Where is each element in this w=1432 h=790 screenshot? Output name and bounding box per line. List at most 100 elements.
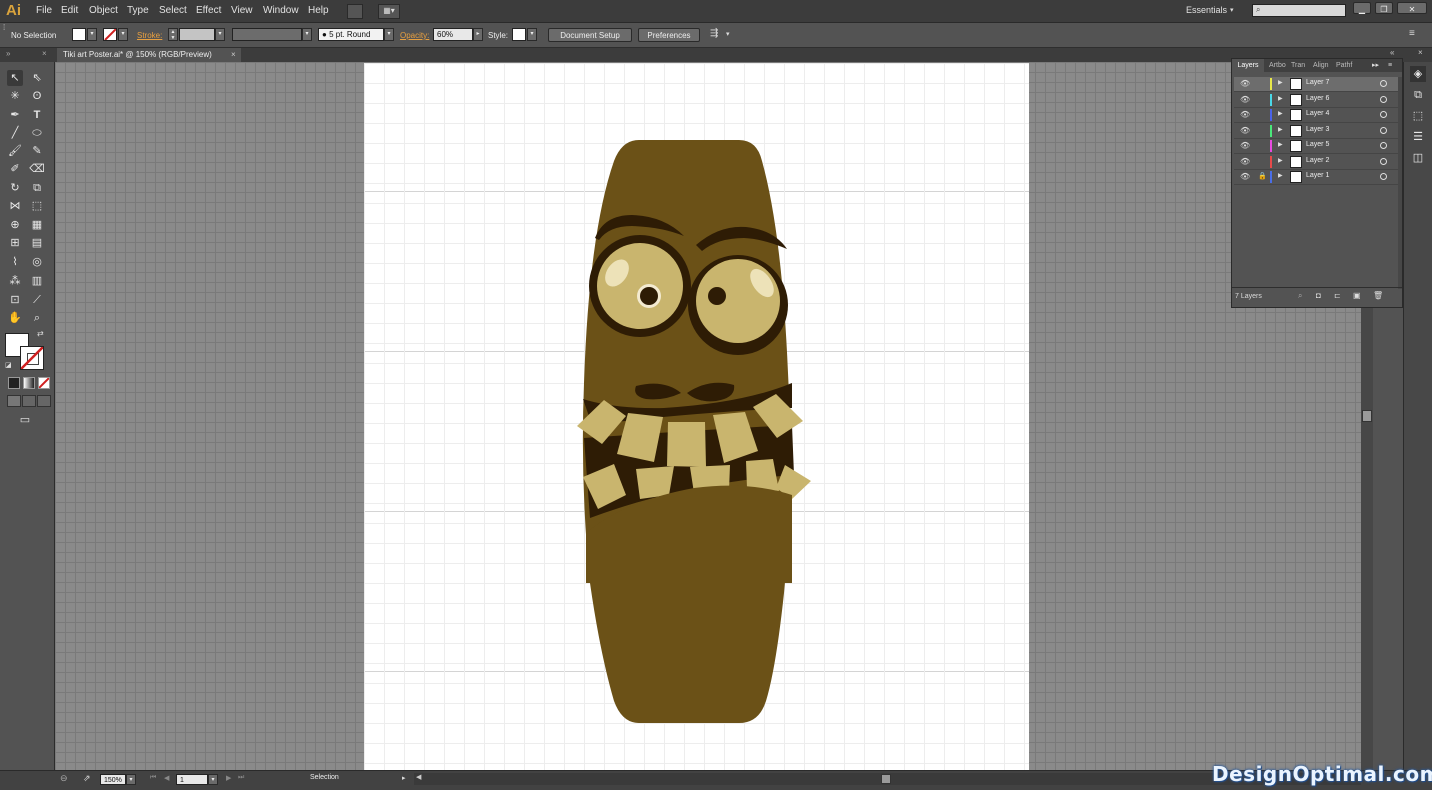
panel-menu-icon[interactable]: ≡	[1409, 28, 1415, 39]
right-eye[interactable]	[696, 259, 780, 343]
workspace-switcher[interactable]: Essentials	[1186, 5, 1227, 15]
tiki-artwork[interactable]	[364, 63, 1029, 770]
target-circle-icon[interactable]	[1380, 126, 1387, 134]
none-mode-icon[interactable]	[38, 377, 50, 389]
gradient-mode-icon[interactable]	[23, 377, 35, 389]
stroke-label[interactable]: Stroke:	[137, 31, 162, 40]
tab-transform[interactable]: Tran	[1291, 59, 1305, 72]
layer-row[interactable]: 👁 ▶ Layer 2	[1234, 154, 1400, 170]
lock-icon[interactable]: 🔒	[1258, 172, 1267, 180]
horizontal-scroll-thumb[interactable]	[881, 774, 891, 784]
new-layer-icon[interactable]: ▣	[1353, 291, 1361, 300]
expand-triangle-icon[interactable]: ▶	[1278, 126, 1283, 133]
artboard[interactable]	[364, 63, 1029, 770]
visibility-eye-icon[interactable]: 👁	[1240, 141, 1250, 150]
layer-name[interactable]: Layer 7	[1306, 79, 1329, 86]
swap-fill-stroke-icon[interactable]: ⇄	[37, 329, 44, 338]
graphic-style-swatch[interactable]	[512, 28, 526, 41]
collapse-panels-icon[interactable]: «	[1390, 48, 1394, 57]
pencil-tool-icon[interactable]: ✎	[29, 143, 45, 159]
document-setup-button[interactable]: Document Setup	[548, 28, 632, 42]
zoom-dropdown[interactable]: ▾	[126, 774, 136, 785]
expand-triangle-icon[interactable]: ▶	[1278, 79, 1283, 86]
zoom-out-icon[interactable]: ⊖	[60, 773, 68, 784]
stroke-weight-field[interactable]	[179, 28, 215, 41]
arrange-icon[interactable]: ⇶	[710, 28, 718, 39]
stroke-swatch[interactable]	[103, 28, 117, 41]
visibility-eye-icon[interactable]: 👁	[1240, 157, 1250, 166]
expand-triangle-icon[interactable]: ▶	[1278, 157, 1283, 164]
tab-pathfinder[interactable]: Pathf	[1336, 59, 1352, 72]
eyedropper-tool-icon[interactable]: ⌇	[7, 254, 23, 270]
pathfinder-panel-icon[interactable]: ◫	[1410, 150, 1426, 166]
layer-name[interactable]: Layer 2	[1306, 157, 1329, 164]
close-tab-icon[interactable]: ×	[231, 48, 236, 62]
brush-definition[interactable]: ● 5 pt. Round	[318, 28, 384, 41]
close-window-button[interactable]: ✕	[1397, 2, 1427, 14]
document-tab[interactable]: Tiki art Poster.ai* @ 150% (RGB/Preview)…	[57, 48, 241, 62]
tab-layers[interactable]: Layers	[1232, 59, 1264, 72]
blob-brush-tool-icon[interactable]: ✐	[7, 161, 23, 177]
artboard-tool-icon[interactable]: ⊡	[7, 292, 23, 308]
scale-tool-icon[interactable]: ⧉	[29, 180, 45, 196]
layer-name[interactable]: Layer 6	[1306, 95, 1329, 102]
artboards-panel-icon[interactable]: ⧉	[1410, 87, 1426, 103]
visibility-eye-icon[interactable]: 👁	[1240, 172, 1250, 181]
direct-selection-tool-icon[interactable]: ⇖	[29, 70, 45, 86]
paintbrush-tool-icon[interactable]: 🖌	[7, 143, 23, 159]
arrange-documents-icon[interactable]: ▦▾	[378, 4, 400, 19]
color-mode-icon[interactable]	[8, 377, 20, 389]
clipping-mask-icon[interactable]: ◘	[1316, 291, 1321, 300]
collapse-toolbar-icon[interactable]: »	[6, 49, 10, 58]
search-input[interactable]: ⌕	[1252, 4, 1346, 17]
layer-row[interactable]: 👁 ▶ Layer 6	[1234, 92, 1400, 108]
variable-width-profile[interactable]	[232, 28, 302, 41]
rotate-tool-icon[interactable]: ↻	[7, 180, 23, 196]
preferences-button[interactable]: Preferences	[638, 28, 700, 42]
menu-view[interactable]: View	[231, 5, 253, 16]
column-graph-tool-icon[interactable]: ▥	[29, 273, 45, 289]
panel-menu-icon[interactable]: ≡	[1388, 59, 1392, 72]
fill-swatch[interactable]	[72, 28, 86, 41]
chevron-down-icon[interactable]: ▾	[726, 30, 730, 38]
align-panel-icon[interactable]: ☰	[1410, 129, 1426, 145]
gradient-tool-icon[interactable]: ▤	[29, 235, 45, 251]
vertical-scroll-thumb[interactable]	[1362, 410, 1372, 422]
artboard-dropdown[interactable]: ▾	[208, 774, 218, 785]
new-sublayer-icon[interactable]: ⊏	[1334, 291, 1341, 300]
draw-normal-icon[interactable]	[7, 395, 21, 407]
draw-behind-icon[interactable]	[22, 395, 36, 407]
symbol-sprayer-tool-icon[interactable]: ⁂	[7, 273, 23, 289]
opacity-label[interactable]: Opacity:	[400, 31, 429, 40]
blend-tool-icon[interactable]: ◎	[29, 254, 45, 270]
perspective-grid-tool-icon[interactable]: ▦	[29, 217, 45, 233]
free-transform-tool-icon[interactable]: ⬚	[29, 198, 45, 214]
menu-effect[interactable]: Effect	[196, 5, 221, 16]
menu-window[interactable]: Window	[263, 5, 299, 16]
magic-wand-tool-icon[interactable]: ✳	[7, 88, 23, 104]
line-tool-icon[interactable]: ╱	[7, 125, 23, 141]
artboard-number-field[interactable]: 1	[176, 774, 208, 785]
expand-triangle-icon[interactable]: ▶	[1278, 141, 1283, 148]
mesh-tool-icon[interactable]: ⊞	[7, 235, 23, 251]
layer-row[interactable]: 👁 ▶ Layer 3	[1234, 123, 1400, 139]
zoom-tool-icon[interactable]: ⌕	[29, 310, 45, 326]
chevron-down-icon[interactable]: ▾	[1230, 6, 1234, 14]
expand-triangle-icon[interactable]: ▶	[1278, 110, 1283, 117]
layer-row[interactable]: 👁 ▶ Layer 4	[1234, 108, 1400, 123]
opacity-dropdown[interactable]: ▸	[473, 28, 483, 41]
last-artboard-icon[interactable]: ⏭	[238, 774, 244, 782]
close-panels-icon[interactable]: ×	[1418, 48, 1423, 57]
tab-align[interactable]: Align	[1313, 59, 1329, 72]
stroke-color-swatch[interactable]	[20, 346, 44, 370]
layer-name[interactable]: Layer 3	[1306, 126, 1329, 133]
menu-file[interactable]: File	[36, 5, 52, 16]
pen-tool-icon[interactable]: ✒	[7, 107, 23, 123]
screen-mode-icon[interactable]: ▭	[17, 412, 33, 428]
target-circle-icon[interactable]	[1380, 157, 1387, 165]
layers-panel-icon[interactable]: ◈	[1410, 66, 1426, 82]
menu-type[interactable]: Type	[127, 5, 149, 16]
opacity-field[interactable]: 60%	[433, 28, 473, 41]
fill-dropdown[interactable]: ▾	[87, 28, 97, 41]
layer-row[interactable]: 👁 ▶ Layer 7	[1234, 77, 1400, 92]
